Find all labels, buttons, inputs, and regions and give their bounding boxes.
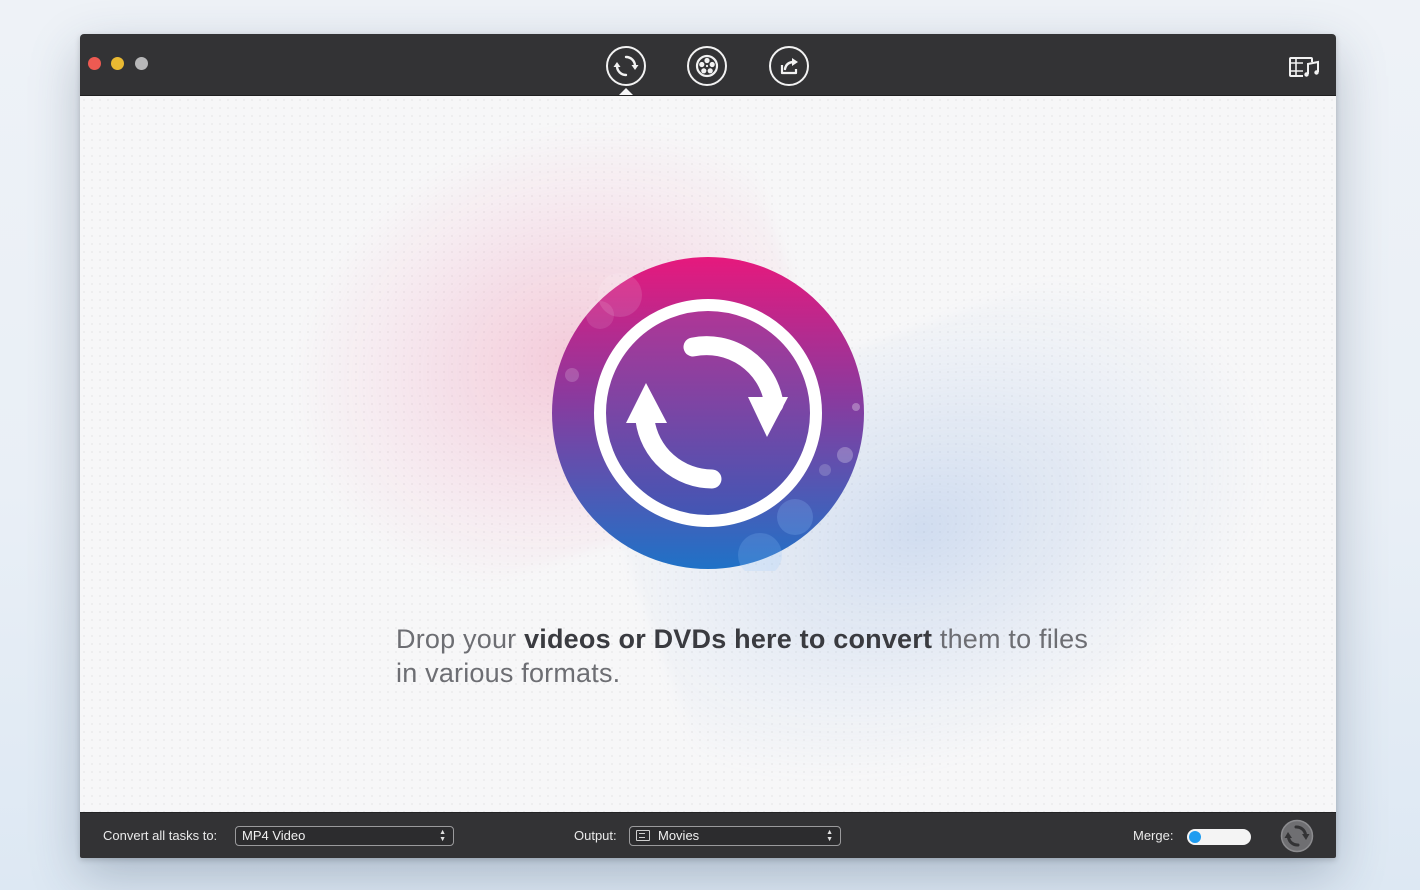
drop-zone[interactable]: Drop your videos or DVDs here to convert… (80, 96, 1336, 812)
title-bar (80, 34, 1336, 96)
merge-toggle[interactable] (1187, 829, 1251, 845)
merge-label: Merge: (1133, 828, 1174, 843)
media-browser-icon[interactable] (1288, 54, 1322, 80)
close-window-button[interactable] (88, 57, 101, 70)
select-arrows-icon: ▲ ▼ (439, 829, 446, 843)
select-arrows-icon: ▲ ▼ (826, 829, 833, 843)
convert-arrows-icon (613, 55, 639, 77)
convert-tab-button[interactable] (606, 46, 646, 86)
app-window: Drop your videos or DVDs here to convert… (80, 34, 1336, 858)
folder-icon (636, 830, 650, 841)
active-tab-pointer (619, 88, 633, 95)
convert-logo-icon (552, 257, 864, 571)
drop-instructions: Drop your videos or DVDs here to convert… (396, 622, 1096, 690)
output-select-value: Movies (658, 828, 700, 843)
merge-toggle-knob (1189, 831, 1201, 843)
output-select[interactable]: Movies ▲ ▼ (629, 826, 841, 846)
drop-text-part1: Drop your (396, 624, 525, 654)
bottom-bar: Convert all tasks to: MP4 Video ▲ ▼ Outpu… (80, 812, 1336, 858)
film-reel-icon (695, 54, 719, 78)
start-convert-icon[interactable] (1280, 819, 1314, 853)
zoom-window-button[interactable] (135, 57, 148, 70)
format-select-value: MP4 Video (242, 828, 306, 843)
share-icon (780, 58, 798, 75)
burn-tab-button[interactable] (687, 46, 727, 86)
output-label: Output: (574, 828, 617, 843)
share-tab-button[interactable] (769, 46, 809, 86)
drop-text-bold: videos or DVDs here to convert (524, 624, 933, 654)
format-select[interactable]: MP4 Video ▲ ▼ (235, 826, 454, 846)
minimize-window-button[interactable] (111, 57, 124, 70)
convert-all-label: Convert all tasks to: (103, 828, 218, 843)
